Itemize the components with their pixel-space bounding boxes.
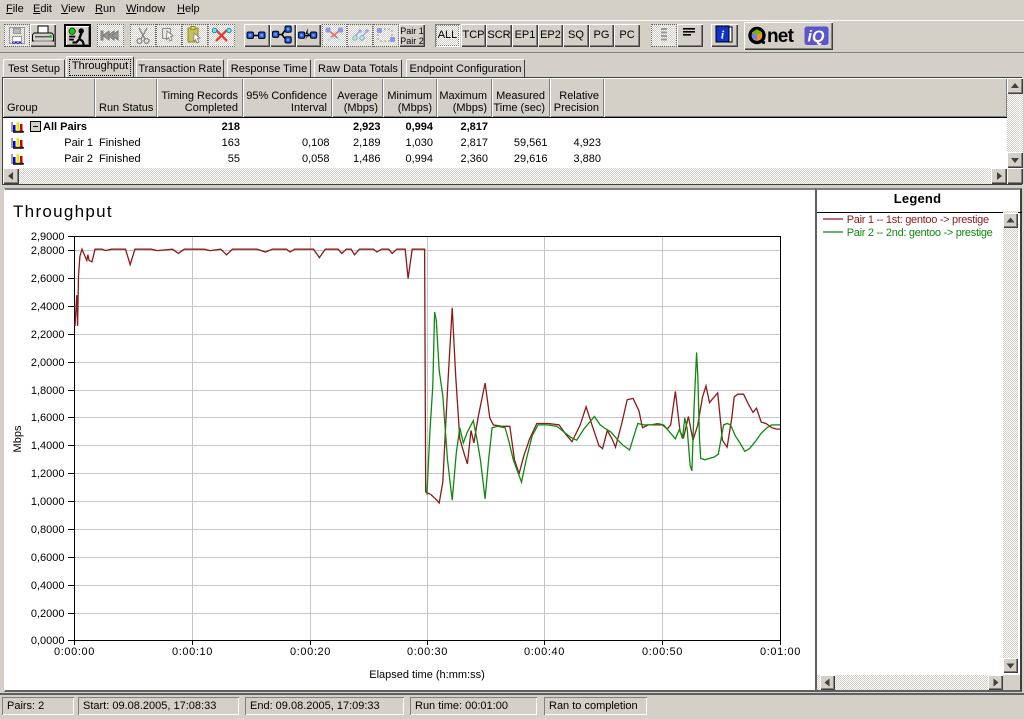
svg-text:0,8000: 0,8000 bbox=[31, 524, 65, 536]
svg-text:2,4000: 2,4000 bbox=[31, 301, 65, 313]
svg-text:0:01:00: 0:01:00 bbox=[760, 646, 801, 658]
svg-text:0,2000: 0,2000 bbox=[31, 608, 65, 620]
svg-text:1,0000: 1,0000 bbox=[31, 496, 65, 508]
svg-text:0:00:20: 0:00:20 bbox=[290, 646, 331, 658]
svg-text:0,6000: 0,6000 bbox=[31, 552, 65, 564]
svg-text:0:00:00: 0:00:00 bbox=[54, 646, 95, 658]
svg-text:Throughput: Throughput bbox=[13, 202, 113, 221]
svg-text:iQ: iQ bbox=[808, 29, 825, 46]
svg-text:Elapsed time (h:mm:ss): Elapsed time (h:mm:ss) bbox=[369, 669, 485, 681]
svg-text:2,6000: 2,6000 bbox=[31, 273, 65, 285]
svg-text:net: net bbox=[767, 26, 795, 47]
svg-text:0:00:50: 0:00:50 bbox=[642, 646, 683, 658]
svg-text:0:00:40: 0:00:40 bbox=[524, 646, 565, 658]
svg-text:0,4000: 0,4000 bbox=[31, 580, 65, 592]
svg-text:2,9000: 2,9000 bbox=[31, 231, 65, 243]
svg-text:0:00:10: 0:00:10 bbox=[172, 646, 213, 658]
svg-text:Mbps: Mbps bbox=[12, 425, 24, 452]
svg-text:2,2000: 2,2000 bbox=[31, 329, 65, 341]
svg-text:2,8000: 2,8000 bbox=[31, 245, 65, 257]
svg-text:1,4000: 1,4000 bbox=[31, 440, 65, 452]
svg-text:2,0000: 2,0000 bbox=[31, 357, 65, 369]
svg-text:0:00:30: 0:00:30 bbox=[407, 646, 448, 658]
svg-text:1,2000: 1,2000 bbox=[31, 468, 65, 480]
svg-text:1,8000: 1,8000 bbox=[31, 385, 65, 397]
svg-text:1,6000: 1,6000 bbox=[31, 412, 65, 424]
